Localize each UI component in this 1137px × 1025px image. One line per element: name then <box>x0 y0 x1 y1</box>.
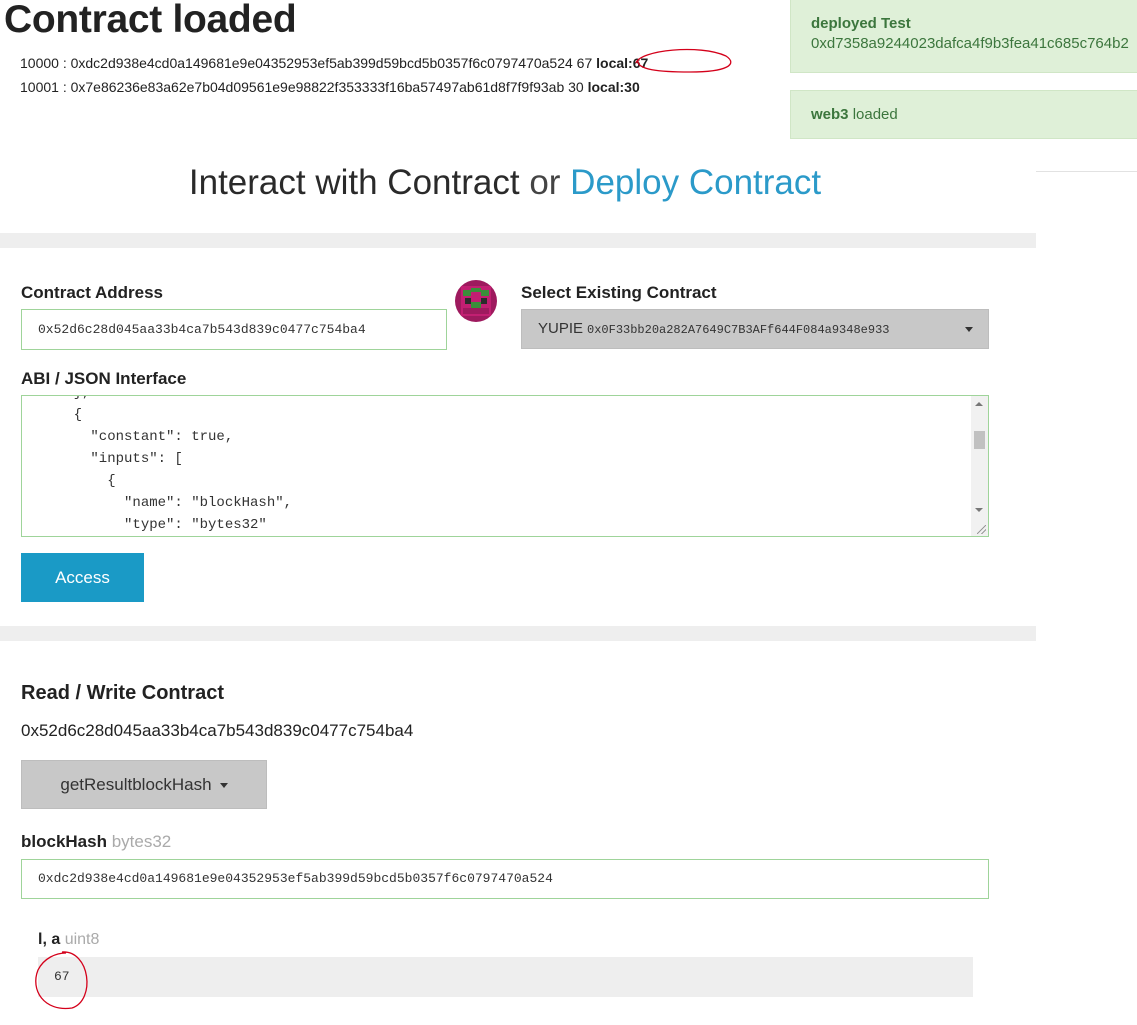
section-divider <box>0 626 1036 641</box>
abi-label: ABI / JSON Interface <box>21 369 187 388</box>
select-contract-address: 0x0F33bb20a282A7649C7B3AFf644F084a9348e9… <box>587 323 890 337</box>
read-write-address: 0x52d6c28d045aa33b4ca7b543d839c0477c754b… <box>21 721 414 740</box>
deploy-contract-link[interactable]: Deploy Contract <box>570 163 821 202</box>
output-label: l, a uint8 <box>38 931 99 949</box>
contract-address-input[interactable]: 0x52d6c28d045aa33b4ca7b543d839c0477c754b… <box>21 309 447 350</box>
divider <box>1036 171 1137 172</box>
deployed-alert: deployed Test 0xd7358a9244023dafca4f9b3f… <box>790 0 1137 73</box>
scroll-down-icon[interactable] <box>975 508 983 512</box>
row-id: 10001 <box>20 79 59 95</box>
web3-alert: web3 loaded <box>790 90 1137 139</box>
heading-or: or <box>529 163 561 202</box>
result-row: 10001 : 0x7e86236e83a62e7b04d09561e9e988… <box>20 79 640 95</box>
scroll-thumb[interactable] <box>974 431 985 449</box>
output-type: uint8 <box>64 931 100 948</box>
web3-alert-bold: web3 <box>811 106 849 123</box>
annotation-circle-local <box>635 48 732 73</box>
method-dropdown-label: getResultblockHash <box>60 775 212 794</box>
param-type: bytes32 <box>111 832 172 851</box>
web3-alert-text: loaded <box>852 106 898 123</box>
blockhash-label: blockHash bytes32 <box>21 832 171 852</box>
row-value: 30 <box>568 79 584 95</box>
read-write-title: Read / Write Contract <box>21 682 224 704</box>
output-name: l, a <box>38 931 61 948</box>
access-button[interactable]: Access <box>21 553 144 602</box>
deployed-alert-hash: 0xd7358a9244023dafca4f9b3fea41c685c764b2 <box>811 35 1129 52</box>
select-contract-name: YUPIE <box>538 320 584 337</box>
resize-handle-icon[interactable] <box>977 525 986 534</box>
abi-scrollbar[interactable] <box>971 396 988 536</box>
row-local: local:67 <box>596 55 649 71</box>
result-row: 10000 : 0xdc2d938e4cd0a149681e9e04352953… <box>20 55 649 71</box>
row-value: 67 <box>576 55 593 71</box>
deployed-alert-title: deployed Test <box>811 15 911 32</box>
select-contract-label: Select Existing Contract <box>521 283 717 302</box>
output-value-field: 67 <box>38 957 973 997</box>
page-title: Contract loaded <box>4 0 297 41</box>
interact-tab[interactable]: Interact with Contract <box>189 163 520 202</box>
chevron-down-icon <box>965 327 973 332</box>
chevron-down-icon <box>219 783 228 789</box>
abi-text: }, { "constant": true, "inputs": [ { "na… <box>73 396 293 533</box>
row-local: local:30 <box>587 79 640 95</box>
blockhash-input[interactable]: 0xdc2d938e4cd0a149681e9e04352953ef5ab399… <box>21 859 989 899</box>
row-id: 10000 <box>20 55 59 71</box>
method-dropdown[interactable]: getResultblockHash <box>21 760 267 809</box>
contract-address-label: Contract Address <box>21 283 164 302</box>
select-contract-dropdown[interactable]: YUPIE 0x0F33bb20a282A7649C7B3AFf644F084a9… <box>521 309 989 349</box>
mode-heading: Interact with Contract or Deploy Contrac… <box>0 163 1010 203</box>
row-hash: 0xdc2d938e4cd0a149681e9e04352953ef5ab399… <box>70 55 573 71</box>
scroll-up-icon[interactable] <box>975 402 983 406</box>
address-identicon <box>455 280 497 322</box>
abi-textarea[interactable]: }, { "constant": true, "inputs": [ { "na… <box>21 395 989 537</box>
row-hash: 0x7e86236e83a62e7b04d09561e9e98822f35333… <box>70 79 565 95</box>
param-name: blockHash <box>21 832 107 851</box>
section-divider <box>0 233 1036 248</box>
